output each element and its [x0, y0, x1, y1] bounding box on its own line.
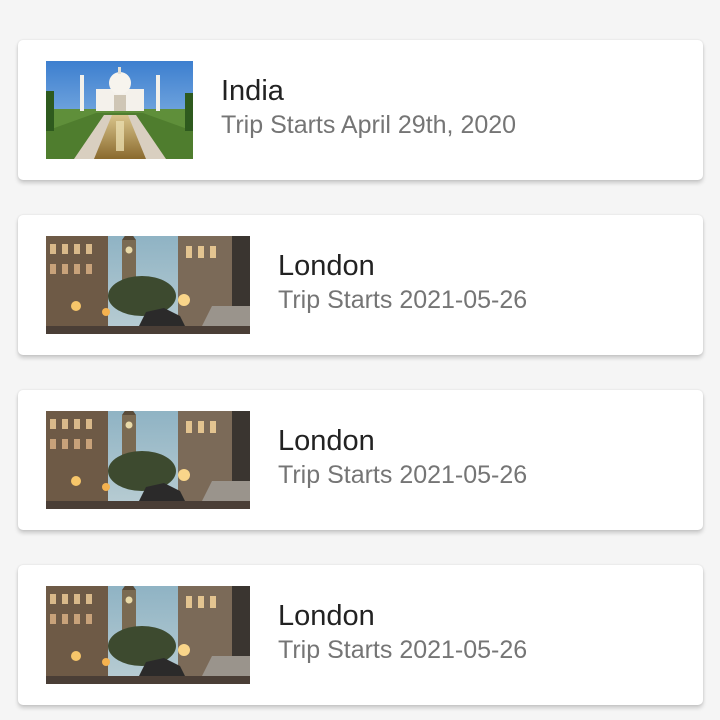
trip-card-india[interactable]: India Trip Starts April 29th, 2020 — [18, 40, 703, 180]
trip-start-date: Trip Starts 2021-05-26 — [278, 461, 528, 489]
london-street-photo — [46, 411, 250, 509]
trip-start-date: Trip Starts April 29th, 2020 — [221, 111, 517, 139]
trip-card-london[interactable]: London Trip Starts 2021-05-26 — [18, 390, 703, 530]
london-street-photo — [46, 236, 250, 334]
trip-title: London — [278, 425, 375, 457]
taj-mahal-photo — [46, 61, 193, 159]
trip-text: London Trip Starts 2021-05-26 — [278, 599, 527, 667]
trip-title: London — [278, 250, 375, 282]
trip-title: India — [221, 75, 284, 107]
trip-list: India Trip Starts April 29th, 2020 Londo… — [0, 0, 720, 720]
trip-start-date: Trip Starts 2021-05-26 — [278, 636, 528, 664]
trip-card-london[interactable]: London Trip Starts 2021-05-26 — [18, 565, 703, 705]
trip-card-london[interactable]: London Trip Starts 2021-05-26 — [18, 215, 703, 355]
trip-start-date: Trip Starts 2021-05-26 — [278, 286, 528, 314]
london-street-photo — [46, 586, 250, 684]
trip-title: London — [278, 600, 375, 632]
trip-text: India Trip Starts April 29th, 2020 — [221, 74, 516, 142]
trip-text: London Trip Starts 2021-05-26 — [278, 249, 527, 317]
trip-text: London Trip Starts 2021-05-26 — [278, 424, 527, 492]
